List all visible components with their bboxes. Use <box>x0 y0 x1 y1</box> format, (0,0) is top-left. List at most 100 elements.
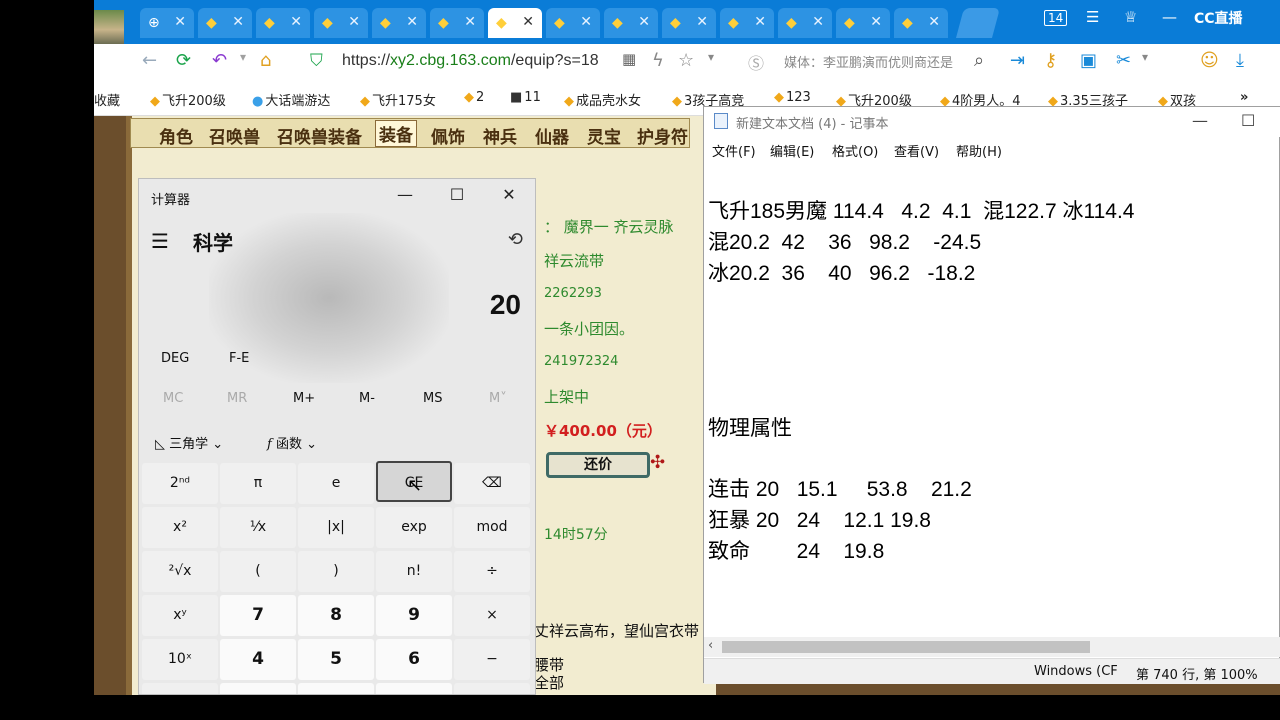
close-icon[interactable]: ✕ <box>232 14 244 30</box>
reciprocal-button[interactable]: ¹⁄x <box>220 507 296 548</box>
factorial-button[interactable]: n! <box>376 551 452 592</box>
menu-view[interactable]: 查看(V) <box>894 141 939 160</box>
nav-weapon[interactable]: 神兵 <box>483 123 517 148</box>
notepad-text-area[interactable]: 飞升185男魔 114.4 4.2 4.1 混122.7 冰114.4 混20.… <box>708 195 1274 635</box>
close-icon[interactable]: ✕ <box>928 14 940 30</box>
close-icon[interactable]: ✕ <box>812 14 824 30</box>
menu-edit[interactable]: 编辑(E) <box>770 141 814 160</box>
close-icon[interactable]: ✕ <box>522 14 534 30</box>
four-button[interactable]: 4 <box>220 639 296 680</box>
nav-artifact[interactable]: 仙器 <box>535 123 569 148</box>
tab-1[interactable]: ⊕ ✕ <box>140 8 194 38</box>
square-button[interactable]: x² <box>142 507 218 548</box>
search-input[interactable]: 媒体：李亚鹏演而优则商还是 <box>784 52 974 71</box>
horizontal-scrollbar[interactable]: ‹ <box>704 637 1280 657</box>
hamburger-icon[interactable]: ☰ <box>151 229 169 253</box>
undo-icon[interactable]: ↶ <box>212 50 227 71</box>
nav-treasure[interactable]: 灵宝 <box>587 123 621 148</box>
plus-button[interactable]: + <box>454 683 530 694</box>
close-icon[interactable]: ✕ <box>754 14 766 30</box>
tab-active[interactable]: ◆ ✕ <box>488 8 542 38</box>
tab-13[interactable]: ◆ ✕ <box>836 8 890 38</box>
nav-amulet[interactable]: 护身符 <box>637 123 688 148</box>
tab-3[interactable]: ◆ ✕ <box>256 8 310 38</box>
close-icon[interactable]: ✕ <box>638 14 650 30</box>
backspace-button[interactable]: ⌫ <box>454 463 530 504</box>
chevron-down-icon[interactable]: ▾ <box>708 50 714 64</box>
address-bar[interactable]: ⛉ https://xy2.cbg.163.com/equip?s=18 <box>306 48 646 76</box>
new-tab-button[interactable] <box>955 8 1001 38</box>
close-icon[interactable]: ✕ <box>348 14 360 30</box>
abs-button[interactable]: |x| <box>298 507 374 548</box>
chevron-down-icon[interactable]: ▾ <box>240 50 246 64</box>
menu-file[interactable]: 文件(F) <box>712 141 756 160</box>
mod-button[interactable]: mod <box>454 507 530 548</box>
one-button[interactable]: 1 <box>220 683 296 694</box>
search-icon[interactable]: ⌕ <box>974 50 984 71</box>
m-minus-button[interactable]: M- <box>359 391 375 406</box>
ten-power-button[interactable]: 10ˣ <box>142 639 218 680</box>
minimize-button[interactable]: — <box>385 185 425 204</box>
divide-button[interactable]: ÷ <box>454 551 530 592</box>
eight-button[interactable]: 8 <box>298 595 374 636</box>
nav-role[interactable]: 角色 <box>159 123 193 148</box>
tab-9[interactable]: ◆ ✕ <box>604 8 658 38</box>
tab-11[interactable]: ◆ ✕ <box>720 8 774 38</box>
six-button[interactable]: 6 <box>376 639 452 680</box>
refresh-icon[interactable]: ⟳ <box>176 50 191 71</box>
nav-equip[interactable]: 装备 <box>375 120 417 147</box>
bookmark-item[interactable]: ◆ 123 <box>774 90 811 105</box>
tab-4[interactable]: ◆ ✕ <box>314 8 368 38</box>
tab-2[interactable]: ◆ ✕ <box>198 8 252 38</box>
function-dropdown[interactable]: f 函数 ⌄ <box>267 433 317 452</box>
minimize-button[interactable]: — <box>1192 111 1208 130</box>
nav-pet[interactable]: 召唤兽 <box>209 123 260 148</box>
close-icon[interactable]: ✕ <box>870 14 882 30</box>
sqrt-button[interactable]: ²√x <box>142 551 218 592</box>
bookmark-item[interactable]: ◆ 飞升175女 <box>360 90 436 109</box>
nav-pet-equip[interactable]: 召唤兽装备 <box>277 123 362 148</box>
tab-6[interactable]: ◆ ✕ <box>430 8 484 38</box>
seven-button[interactable]: 7 <box>220 595 296 636</box>
minimize-icon[interactable]: — <box>1162 8 1177 26</box>
download-icon[interactable]: ⤓ <box>1236 50 1244 71</box>
bookmarks-label[interactable]: 收藏 <box>94 90 120 109</box>
reprice-button[interactable]: 还价 <box>546 452 650 478</box>
m-plus-button[interactable]: M+ <box>293 391 315 406</box>
bookmark-item[interactable]: ■ 11 <box>510 90 541 105</box>
screen-icon[interactable]: ▣ <box>1080 50 1097 71</box>
close-icon[interactable]: ✕ <box>406 14 418 30</box>
scroll-left-icon[interactable]: ‹ <box>708 638 713 653</box>
three-button[interactable]: 3 <box>376 683 452 694</box>
bookmark-item[interactable]: ● 大话端游达 <box>252 90 330 109</box>
minus-button[interactable]: − <box>454 639 530 680</box>
two-button[interactable]: 2 <box>298 683 374 694</box>
five-button[interactable]: 5 <box>298 639 374 680</box>
pi-button[interactable]: π <box>220 463 296 504</box>
deg-button[interactable]: DEG <box>161 351 189 366</box>
qr-icon[interactable]: ▦ <box>622 50 636 68</box>
close-icon[interactable]: ✕ <box>464 14 476 30</box>
tab-count-badge[interactable]: 14 <box>1044 8 1068 26</box>
ms-button[interactable]: MS <box>423 391 442 406</box>
tab-5[interactable]: ◆ ✕ <box>372 8 426 38</box>
bookmark-item[interactable]: ◆ 2 <box>464 90 484 105</box>
history-icon[interactable]: ⟲ <box>508 229 523 250</box>
tab-10[interactable]: ◆ ✕ <box>662 8 716 38</box>
menu-icon[interactable]: ☰ <box>1086 8 1099 26</box>
bookmark-item[interactable]: ◆ 成品壳水女 <box>564 90 641 109</box>
star-icon[interactable]: ☆ <box>678 50 694 71</box>
close-icon[interactable]: ✕ <box>580 14 592 30</box>
home-icon[interactable]: ⌂ <box>260 50 271 71</box>
e-button[interactable]: e <box>298 463 374 504</box>
tab-8[interactable]: ◆ ✕ <box>546 8 600 38</box>
chevron-down-icon[interactable]: ▾ <box>1142 50 1148 64</box>
power-button[interactable]: xʸ <box>142 595 218 636</box>
back-icon[interactable]: ← <box>142 50 157 71</box>
close-icon[interactable]: ✕ <box>290 14 302 30</box>
m-list-button[interactable]: M˅ <box>489 391 507 406</box>
fe-button[interactable]: F-E <box>229 351 249 366</box>
more-bookmarks-icon[interactable]: » <box>1240 90 1248 105</box>
open-paren-button[interactable]: ( <box>220 551 296 592</box>
mr-button[interactable]: MR <box>227 391 247 406</box>
